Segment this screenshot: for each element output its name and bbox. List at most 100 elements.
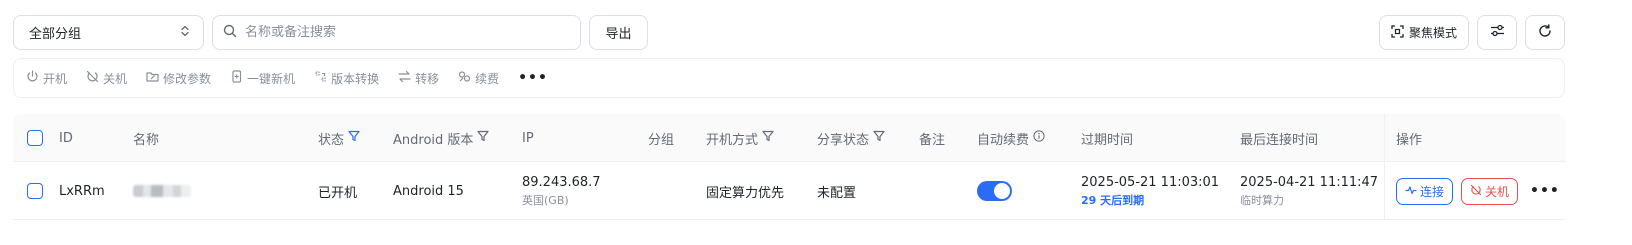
sliders-icon [1490,24,1505,41]
row-ip-region: 英国(GB) [522,193,569,207]
row-ip: 89.243.68.7 英国(GB) [522,162,601,220]
row-android-version: Android 15 [393,162,464,220]
row-actions: 连接 关机 ••• [1396,162,1560,220]
row-last-connect-note: 临时算力 [1240,193,1284,207]
refresh-button[interactable] [1525,15,1565,50]
row-expire-datetime: 2025-05-21 11:03:01 [1081,174,1220,190]
header-last-connect[interactable]: 最后连接时间 [1240,114,1318,162]
column-divider [1384,162,1385,220]
info-icon[interactable] [1033,130,1045,146]
header-boot-mode[interactable]: 开机方式 [706,114,774,162]
filter-icon[interactable] [873,130,885,146]
row-android-version-text: Android 15 [393,183,464,199]
header-id[interactable]: ID [59,114,73,162]
shutdown-button[interactable]: 关机 [1461,177,1519,205]
version-switch-action[interactable]: 版本转换 [314,70,379,87]
row-expire-note: 29 天后到期 [1081,193,1145,207]
header-actions: 操作 [1396,132,1423,148]
header-expire-time[interactable]: 过期时间 [1081,114,1133,162]
focus-mode-button[interactable]: 聚焦模式 [1379,15,1469,50]
new-device-label: 一键新机 [247,71,296,86]
table-header: ID 名称 状态 Android 版本 IP 分组 开机方式 分享状态 备注 自… [13,114,1565,162]
auto-renew-toggle[interactable] [977,181,1012,201]
row-checkbox[interactable] [27,183,43,199]
header-status-label: 状态 [318,132,345,148]
renew-action[interactable]: 续费 [458,70,499,87]
filter-icon[interactable] [762,130,774,146]
power-icon [26,70,39,86]
edit-folder-icon [146,70,159,86]
header-group: 分组 [648,132,675,148]
row-boot-mode: 固定算力优先 [706,162,784,220]
connect-label: 连接 [1420,184,1445,199]
header-status[interactable]: 状态 [318,114,360,162]
row-status-text: 已开机 [318,185,358,201]
group-select-value: 全部分组 [29,27,82,42]
header-auto-renew-label: 自动续费 [977,132,1030,148]
toggle-knob [994,183,1010,199]
header-share-status-label: 分享状态 [817,132,870,148]
new-device-action[interactable]: 一键新机 [230,70,295,87]
header-share-status[interactable]: 分享状态 [817,114,885,162]
shutdown-label: 关机 [1485,184,1510,199]
updown-chevron-icon [180,25,190,41]
row-share-status: 未配置 [817,162,856,220]
row-ip-address: 89.243.68.7 [522,174,601,190]
row-last-connect-datetime: 2025-04-21 11:11:47 [1240,174,1379,190]
transfer-label: 转移 [415,71,440,86]
column-divider [1384,114,1385,162]
header-auto-renew: 自动续费 [977,114,1045,162]
group-select[interactable]: 全部分组 [13,15,204,50]
row-share-status-text: 未配置 [817,185,857,201]
connect-button[interactable]: 连接 [1396,177,1454,205]
search-icon [223,24,237,42]
header-name[interactable]: 名称 [133,114,159,162]
export-button[interactable]: 导出 [589,15,648,50]
transfer-icon [398,70,411,86]
focus-frame-icon [1391,24,1404,41]
search-input[interactable] [245,25,565,40]
refresh-icon [1538,23,1552,42]
power-on-action[interactable]: 开机 [26,70,67,87]
power-off-action[interactable]: 关机 [86,70,127,87]
display-settings-button[interactable] [1477,15,1517,50]
row-select-cell [27,162,43,220]
more-actions-icon[interactable]: ••• [518,70,548,86]
header-android-version[interactable]: Android 版本 [393,114,490,162]
version-switch-label: 版本转换 [331,71,380,86]
row-name [133,162,191,220]
power-off-label: 关机 [103,71,128,86]
renew-icon [458,70,471,86]
redacted-name [133,185,191,197]
focus-mode-label: 聚焦模式 [1408,26,1457,40]
edit-params-action[interactable]: 修改参数 [146,70,211,87]
row-expire-time: 2025-05-21 11:03:01 29 天后到期 [1081,162,1219,220]
version-switch-icon [314,70,327,86]
select-all-cell [27,114,43,162]
row-auto-renew [977,162,1012,220]
new-device-icon [230,70,243,86]
search-field[interactable] [212,15,581,50]
row-id[interactable]: LxRRm [59,162,105,220]
header-remark: 备注 [919,132,946,148]
renew-label: 续费 [475,71,500,86]
row-status: 已开机 [318,162,357,220]
header-android-version-label: Android 版本 [393,132,474,148]
batch-action-bar: 开机 关机 修改参数 一键新机 版本转换 转移 续费 ••• [13,58,1565,98]
header-boot-mode-label: 开机方式 [706,132,759,148]
header-ip: IP [522,130,534,146]
row-boot-mode-text: 固定算力优先 [706,185,785,201]
transfer-action[interactable]: 转移 [398,70,439,87]
edit-params-label: 修改参数 [163,71,212,86]
filter-icon[interactable] [477,130,490,146]
power-off-icon [1470,184,1482,199]
row-id-text: LxRRm [59,183,105,199]
filter-icon[interactable] [348,130,360,146]
more-icon[interactable]: ••• [1530,183,1560,199]
select-all-checkbox[interactable] [27,130,43,146]
power-off-icon [86,70,99,86]
power-on-label: 开机 [43,71,68,86]
pulse-icon [1405,184,1417,199]
row-last-connect: 2025-04-21 11:11:47 临时算力 [1240,162,1378,220]
table-row: LxRRm 已开机 Android 15 89.243.68.7 英国(GB) … [13,162,1565,220]
